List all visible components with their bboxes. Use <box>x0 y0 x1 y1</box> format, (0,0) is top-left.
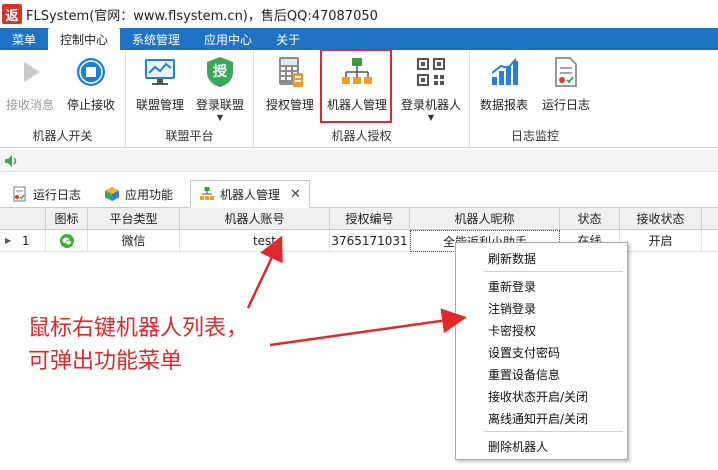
arrow-to-table <box>246 235 283 309</box>
annotation-arrows <box>246 235 467 347</box>
annotation-text: 鼠标右键机器人列表， 可弹出功能菜单 <box>28 312 248 378</box>
annotation-line-1: 鼠标右键机器人列表， <box>28 316 249 341</box>
arrow-to-menu <box>269 308 467 347</box>
annotation-line-2: 可弹出功能菜单 <box>28 349 183 374</box>
